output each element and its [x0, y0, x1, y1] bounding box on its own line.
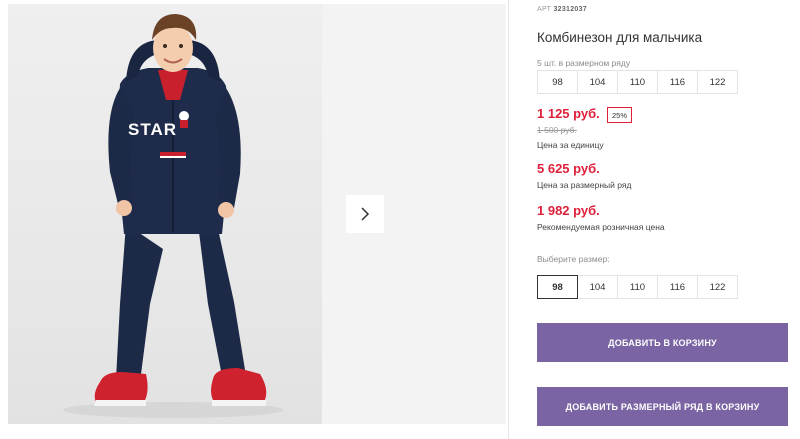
pack-size-row: 98 104 110 116 122 [537, 70, 738, 94]
discount-badge: 25% [607, 107, 632, 123]
add-pack-to-cart-button[interactable]: ДОБАВИТЬ РАЗМЕРНЫЙ РЯД В КОРЗИНУ [537, 387, 788, 426]
pack-size-cell: 122 [697, 70, 738, 94]
choose-size-label: Выберите размер: [537, 254, 610, 264]
size-option-110[interactable]: 110 [617, 275, 658, 299]
size-option-122[interactable]: 122 [697, 275, 738, 299]
size-selector: 98 104 110 116 122 [537, 275, 738, 299]
pack-size-cell: 116 [657, 70, 698, 94]
article-label: АРТ [537, 6, 552, 13]
size-option-116[interactable]: 116 [657, 275, 698, 299]
retail-price-caption: Рекомендуемая розничная цена [537, 222, 665, 232]
size-option-104[interactable]: 104 [577, 275, 618, 299]
pack-size-cell: 110 [617, 70, 658, 94]
next-photo-button[interactable] [346, 195, 384, 233]
old-price: 1 500 руб. [537, 125, 577, 135]
retail-price: 1 982 руб. [537, 203, 600, 218]
unit-price: 1 125 руб. [537, 106, 600, 121]
unit-price-caption: Цена за единицу [537, 140, 604, 150]
pack-price: 5 625 руб. [537, 161, 600, 176]
article-number: АРТ 32312037 [537, 6, 587, 13]
panel-divider [508, 0, 509, 439]
product-gallery: STAR [0, 0, 508, 439]
shirt-print-text: STAR [128, 120, 178, 139]
product-photo[interactable]: STAR [8, 4, 322, 424]
boy-in-jumpsuit-image [63, 14, 283, 418]
pack-price-caption: Цена за размерный ряд [537, 180, 632, 190]
product-title: Комбинезон для мальчика [537, 30, 703, 45]
pack-hint: 5 шт. в размерном ряду [537, 58, 631, 68]
pack-size-cell: 104 [577, 70, 618, 94]
add-to-cart-button[interactable]: ДОБАВИТЬ В КОРЗИНУ [537, 323, 788, 362]
article-value: 32312037 [553, 6, 587, 13]
chevron-right-icon [361, 207, 370, 221]
pack-size-cell: 98 [537, 70, 578, 94]
size-option-98[interactable]: 98 [537, 275, 578, 299]
